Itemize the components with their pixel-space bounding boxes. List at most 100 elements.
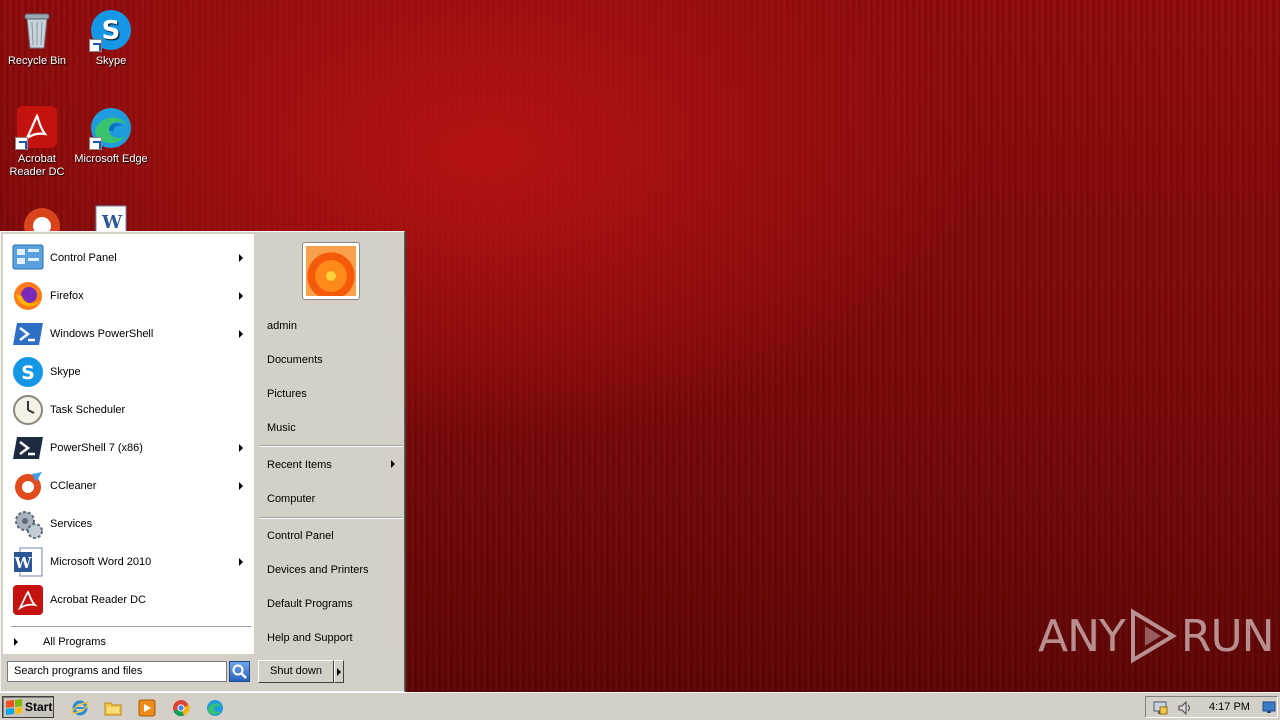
link-computer[interactable]: Computer — [267, 493, 315, 505]
windows-logo-icon — [6, 699, 22, 715]
acrobat-icon — [15, 106, 59, 150]
skype-icon: S — [12, 356, 44, 388]
svg-text:W: W — [14, 554, 33, 572]
search-icon[interactable] — [229, 661, 250, 682]
desktop-icon-acrobat[interactable]: Acrobat Reader DC — [0, 106, 74, 179]
link-devices-printers[interactable]: Devices and Printers — [267, 564, 369, 576]
program-services[interactable]: Services — [3, 505, 254, 543]
control-panel-icon — [12, 242, 44, 274]
right-separator — [260, 445, 403, 447]
volume-icon[interactable] — [1177, 700, 1193, 719]
expand-arrow-icon — [14, 638, 18, 646]
program-label: Firefox — [50, 290, 84, 302]
desktop-icon-label: Recycle Bin — [7, 55, 67, 67]
program-microsoft-word[interactable]: W Microsoft Word 2010 — [3, 543, 254, 581]
program-separator — [11, 626, 251, 628]
all-programs-label: All Programs — [43, 636, 106, 648]
submenu-arrow-icon — [239, 482, 243, 490]
desktop-icon-label: Microsoft Edge — [74, 153, 148, 165]
program-label: Microsoft Word 2010 — [50, 556, 152, 568]
acrobat-icon — [12, 584, 44, 616]
word-desktop-icon: W — [88, 204, 134, 231]
link-documents[interactable]: Documents — [267, 354, 323, 366]
all-programs-button[interactable]: All Programs — [11, 634, 106, 650]
svg-text:W: W — [101, 212, 123, 231]
user-avatar[interactable] — [302, 242, 360, 300]
program-firefox[interactable]: Firefox — [3, 277, 254, 315]
internet-explorer-icon[interactable] — [71, 699, 89, 717]
start-menu-right-pane: admin Documents Pictures Music Recent It… — [256, 232, 404, 652]
shortcut-arrow-icon — [89, 39, 102, 52]
search-input[interactable]: Search programs and files — [7, 661, 227, 682]
link-pictures[interactable]: Pictures — [267, 388, 307, 400]
chrome-icon[interactable] — [172, 699, 190, 717]
program-label: Acrobat Reader DC — [50, 594, 146, 606]
desktop-icon-recycle-bin[interactable]: Recycle Bin — [0, 8, 74, 68]
flower-picture — [306, 246, 356, 296]
submenu-arrow-icon — [391, 460, 395, 468]
submenu-arrow-icon — [239, 558, 243, 566]
file-explorer-icon[interactable] — [104, 699, 122, 717]
program-task-scheduler[interactable]: Task Scheduler — [3, 391, 254, 429]
media-player-icon[interactable] — [138, 699, 156, 717]
desktop-icon-label: Skype — [95, 55, 127, 67]
search-placeholder: Search programs and files — [14, 665, 143, 677]
link-default-programs[interactable]: Default Programs — [267, 598, 353, 610]
shortcut-arrow-icon — [15, 137, 28, 150]
submenu-arrow-icon — [239, 330, 243, 338]
program-control-panel[interactable]: Control Panel — [3, 239, 254, 277]
firefox-icon — [12, 280, 44, 312]
program-powershell-7[interactable]: PowerShell 7 (x86) — [3, 429, 254, 467]
start-label: Start — [25, 700, 53, 714]
program-label: Control Panel — [50, 252, 117, 264]
program-label: Services — [50, 518, 93, 530]
program-windows-powershell[interactable]: Windows PowerShell — [3, 315, 254, 353]
program-label: Task Scheduler — [50, 404, 126, 416]
desktop-icon-edge[interactable]: Microsoft Edge — [74, 106, 148, 166]
play-logo-icon — [1130, 608, 1177, 664]
start-menu: Control Panel Firefox Windows PowerShell… — [0, 231, 405, 692]
program-acrobat-reader[interactable]: Acrobat Reader DC — [3, 581, 254, 619]
word-icon: W — [12, 546, 44, 578]
taskbar: Start 4:17 PM — [0, 692, 1280, 720]
show-desktop-icon[interactable] — [1262, 700, 1276, 717]
program-label: PowerShell 7 (x86) — [50, 442, 143, 454]
submenu-arrow-icon — [239, 292, 243, 300]
recycle-bin-icon — [15, 8, 59, 52]
anyrun-watermark: ANY RUN — [1038, 608, 1275, 664]
link-control-panel[interactable]: Control Panel — [267, 530, 334, 542]
link-help-support[interactable]: Help and Support — [267, 632, 353, 644]
svg-text:S: S — [21, 362, 35, 384]
clock[interactable]: 4:17 PM — [1209, 701, 1250, 713]
program-ccleaner[interactable]: CCleaner — [3, 467, 254, 505]
link-user[interactable]: admin — [267, 320, 297, 332]
link-music[interactable]: Music — [267, 422, 296, 434]
services-icon — [12, 508, 44, 540]
shutdown-button[interactable]: Shut down — [258, 660, 334, 683]
network-icon[interactable] — [1152, 700, 1168, 719]
desktop-icon-skype[interactable]: S Skype — [74, 8, 148, 68]
shutdown-options-button[interactable] — [334, 660, 344, 683]
powershell-icon — [12, 318, 44, 350]
program-skype[interactable]: S Skype — [3, 353, 254, 391]
system-tray: 4:17 PM — [1145, 696, 1278, 718]
powershell7-icon — [12, 432, 44, 464]
ccleaner-icon — [12, 470, 44, 502]
svg-text:S: S — [102, 16, 121, 46]
right-separator — [260, 517, 403, 519]
submenu-arrow-icon — [239, 254, 243, 262]
link-recent-items[interactable]: Recent Items — [267, 459, 332, 471]
start-button[interactable]: Start — [2, 696, 54, 718]
program-label: Windows PowerShell — [50, 328, 154, 340]
task-scheduler-icon — [12, 394, 44, 426]
skype-icon: S — [89, 8, 133, 52]
submenu-arrow-icon — [239, 444, 243, 452]
edge-icon — [89, 106, 133, 150]
program-list: Control Panel Firefox Windows PowerShell… — [3, 234, 254, 654]
program-label: Skype — [50, 366, 81, 378]
desktop-icon-label: Acrobat Reader DC — [9, 153, 65, 178]
shortcut-arrow-icon — [89, 137, 102, 150]
edge-icon[interactable] — [206, 699, 224, 717]
program-label: CCleaner — [50, 480, 97, 492]
ccleaner-desktop-icon — [20, 204, 64, 231]
